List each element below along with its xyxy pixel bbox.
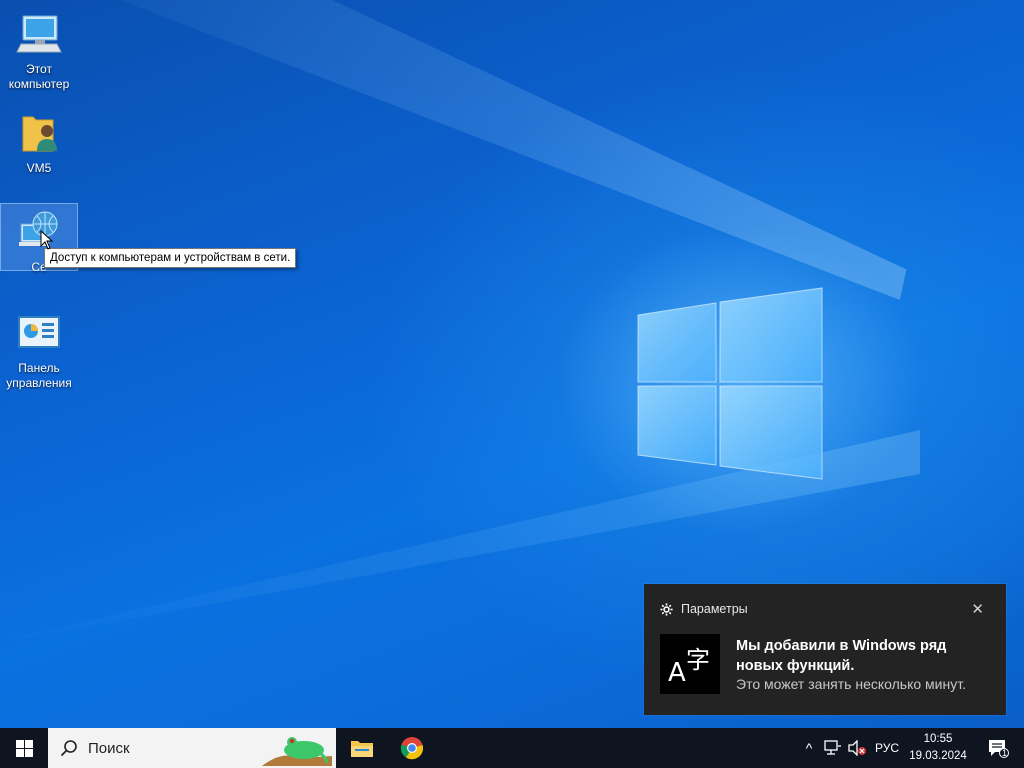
search-highlight-frog-icon	[262, 737, 332, 766]
tray-show-hidden-chevron[interactable]: ^	[800, 728, 818, 768]
toast-notification[interactable]: Параметры ✕ A 字 Мы добавили в Windows ря…	[644, 584, 1006, 715]
file-explorer-icon	[351, 741, 373, 757]
desktop-icon-label: VM5	[26, 161, 52, 175]
mouse-cursor-icon	[40, 230, 54, 250]
taskbar: Поиск ^ РУС 10:55 19.03.2024 1	[0, 728, 1024, 768]
tray-clock[interactable]: 10:55 19.03.2024	[900, 731, 976, 765]
windows-start-icon	[15, 739, 33, 757]
desktop-icon-label: Этот компьютер	[8, 62, 70, 91]
network-tooltip: Доступ к компьютерам и устройствам в сет…	[44, 248, 297, 268]
desktop-icon-user-folder[interactable]: VM5	[1, 105, 77, 176]
toast-close-icon[interactable]: ✕	[971, 600, 984, 618]
toast-body: Это может занять несколько минут.	[736, 676, 966, 692]
action-center-button[interactable]: 1	[978, 728, 1018, 768]
desktop-background: Этот компьютер VM5 Се Панель управления …	[0, 0, 1024, 728]
start-button[interactable]	[0, 728, 48, 768]
toast-app-name: Параметры	[681, 602, 748, 616]
computer-icon	[15, 10, 63, 58]
taskbar-search-box[interactable]: Поиск	[48, 728, 336, 768]
toast-title: Мы добавили в Windows ряд новых функций.	[736, 638, 947, 674]
tray-volume[interactable]	[846, 728, 868, 768]
toast-header: Параметры	[660, 602, 748, 616]
network-wired-icon	[824, 740, 841, 755]
notification-count-badge: 1	[1002, 748, 1008, 758]
taskbar-file-explorer[interactable]	[338, 728, 386, 768]
chrome-icon	[400, 737, 424, 760]
language-icon-letter: A	[668, 658, 686, 688]
search-icon	[60, 740, 77, 757]
windows-logo-wallpaper	[637, 287, 823, 480]
desktop-icon-label: Панель управления	[6, 361, 72, 390]
tray-network[interactable]	[822, 728, 844, 768]
desktop-icon-control-panel[interactable]: Панель управления	[1, 305, 77, 391]
volume-muted-icon	[848, 740, 866, 756]
clock-time: 10:55	[923, 733, 953, 745]
language-icon-character: 字	[686, 646, 710, 674]
search-placeholder: Поиск	[88, 739, 130, 757]
language-icon: A 字	[660, 634, 720, 694]
gear-icon	[660, 602, 673, 616]
taskbar-chrome[interactable]	[388, 728, 436, 768]
clock-date: 19.03.2024	[909, 750, 967, 762]
desktop-icon-this-pc[interactable]: Этот компьютер	[1, 6, 77, 92]
user-folder-icon	[15, 109, 63, 157]
control-panel-icon	[15, 309, 63, 357]
tray-input-language[interactable]: РУС	[870, 728, 904, 768]
